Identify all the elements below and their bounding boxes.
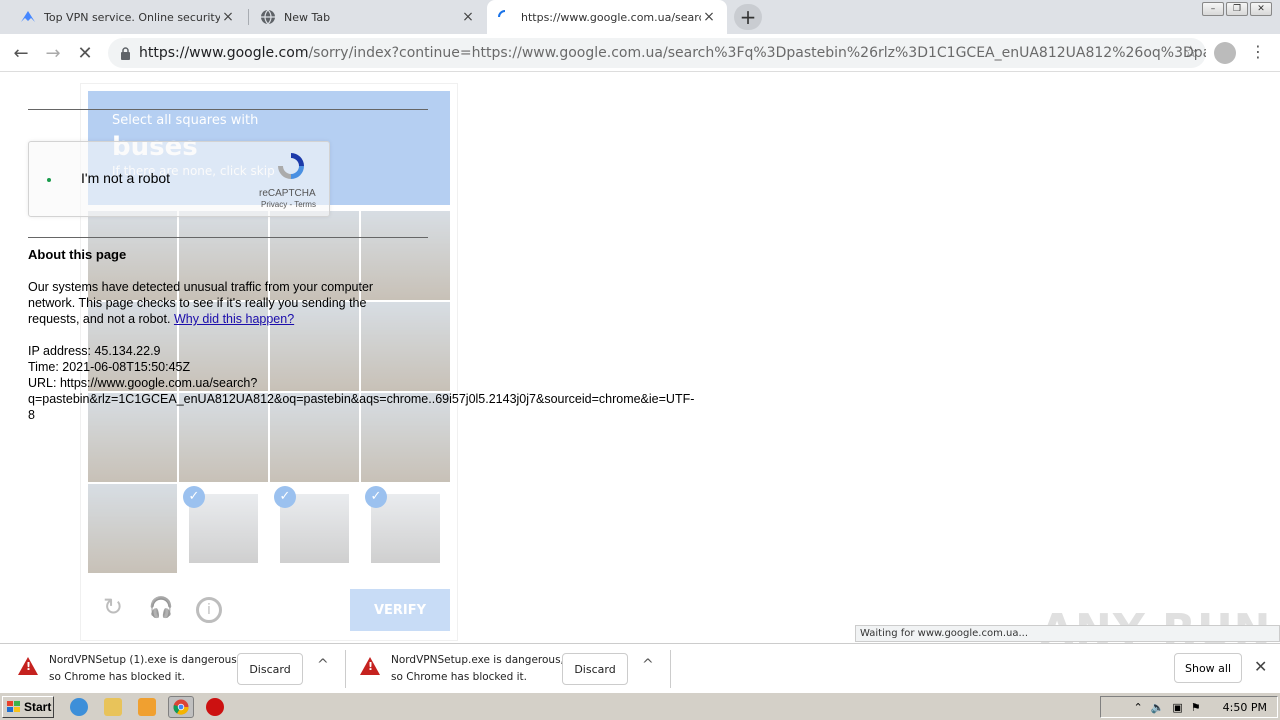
tab-title: New Tab bbox=[284, 10, 331, 24]
why-link[interactable]: Why did this happen? bbox=[174, 312, 294, 326]
tab-close-icon[interactable]: × bbox=[460, 9, 476, 25]
toolbar: ← → ✕ https://www.google.com /sorry/inde… bbox=[0, 34, 1280, 72]
url-line: 8 bbox=[28, 408, 35, 422]
chevron-up-icon[interactable]: ^ bbox=[642, 657, 654, 673]
about-text: Our systems have detected unusual traffi… bbox=[28, 279, 408, 327]
checkmark-icon: ✓ bbox=[274, 486, 296, 508]
recaptcha-privacy-terms[interactable]: Privacy - Terms bbox=[261, 200, 316, 209]
recaptcha-logo-icon bbox=[275, 150, 307, 182]
download-item: ! NordVPNSetup.exe is dangerous, so Chro… bbox=[350, 644, 670, 692]
lock-icon bbox=[120, 46, 131, 60]
folder-icon[interactable] bbox=[104, 698, 122, 716]
discard-button[interactable]: Discard bbox=[237, 653, 303, 685]
captcha-tile-selected[interactable]: ✓ bbox=[361, 484, 450, 573]
download-message: NordVPNSetup.exe is dangerous, so Chrome… bbox=[391, 652, 564, 686]
tab-strip: Top VPN service. Online security sta × N… bbox=[0, 0, 1280, 34]
download-shelf: ! NordVPNSetup (1).exe is dangerous, so … bbox=[0, 643, 1280, 691]
forward-button[interactable]: → bbox=[40, 40, 66, 66]
recaptcha-label: I'm not a robot bbox=[81, 170, 171, 186]
ip-address: IP address: 45.134.22.9 bbox=[28, 344, 161, 358]
close-window-button[interactable]: ✕ bbox=[1250, 2, 1272, 16]
url-path: /sorry/index?continue=https://www.google… bbox=[308, 45, 1206, 61]
verify-button[interactable]: VERIFY bbox=[350, 589, 450, 631]
chevron-up-icon[interactable]: ^ bbox=[317, 657, 329, 673]
url-line: URL: https://www.google.com.ua/search? bbox=[28, 376, 258, 390]
more-menu-icon[interactable]: ⋮ bbox=[1250, 42, 1266, 61]
info-icon[interactable]: i bbox=[196, 597, 222, 623]
warning-icon: ! bbox=[18, 657, 38, 675]
url-host: https://www.google.com bbox=[139, 45, 309, 61]
maximize-button[interactable]: ❐ bbox=[1226, 2, 1248, 16]
tab-close-icon[interactable]: × bbox=[220, 9, 236, 25]
divider bbox=[345, 650, 346, 688]
tab-google-search[interactable]: https://www.google.com.ua/search × bbox=[487, 0, 727, 34]
captcha-footer: ↻ 🎧 i VERIFY bbox=[88, 584, 450, 634]
warning-circle-icon[interactable] bbox=[206, 698, 224, 716]
address-bar[interactable]: https://www.google.com /sorry/index?cont… bbox=[108, 38, 1206, 68]
url-line: q=pastebin&rlz=1C1GCEA_enUA812UA812&oq=p… bbox=[28, 392, 695, 406]
about-title: About this page bbox=[28, 247, 127, 262]
captcha-tile-selected[interactable]: ✓ bbox=[179, 484, 268, 573]
nordvpn-favicon-icon bbox=[20, 9, 36, 25]
divider bbox=[670, 650, 671, 688]
tab-title: Top VPN service. Online security sta bbox=[44, 10, 220, 24]
volume-icon[interactable]: 🔈 bbox=[1151, 701, 1165, 714]
network-icon[interactable]: ▣ bbox=[1172, 701, 1182, 714]
divider bbox=[28, 109, 428, 110]
tray-chevron-icon[interactable]: ⌃ bbox=[1133, 701, 1142, 714]
download-blocked-line: so Chrome has blocked it. bbox=[391, 671, 527, 683]
download-blocked-line: so Chrome has blocked it. bbox=[49, 671, 185, 683]
recaptcha-widget[interactable]: I'm not a robot reCAPTCHA Privacy - Term… bbox=[28, 141, 330, 217]
captcha-tile-selected[interactable]: ✓ bbox=[270, 484, 359, 573]
tab-close-icon[interactable]: × bbox=[701, 9, 717, 25]
clock[interactable]: 4:50 PM bbox=[1223, 701, 1267, 714]
close-icon[interactable]: ✕ bbox=[1254, 657, 1267, 676]
tab-divider bbox=[248, 9, 249, 25]
checkmark-icon: ✓ bbox=[365, 486, 387, 508]
back-button[interactable]: ← bbox=[8, 40, 34, 66]
media-player-icon[interactable] bbox=[138, 698, 156, 716]
download-warning-line: NordVPNSetup (1).exe is dangerous, bbox=[49, 654, 241, 666]
start-button[interactable]: Start bbox=[2, 696, 54, 718]
reload-icon[interactable]: ↻ bbox=[100, 595, 126, 623]
tab-title: https://www.google.com.ua/search bbox=[521, 10, 701, 24]
download-warning-line: NordVPNSetup.exe is dangerous, bbox=[391, 654, 564, 666]
discard-button[interactable]: Discard bbox=[562, 653, 628, 685]
recaptcha-brand: reCAPTCHA bbox=[259, 188, 316, 199]
status-bubble: Waiting for www.google.com.ua... bbox=[855, 625, 1280, 642]
captcha-tile[interactable] bbox=[88, 484, 177, 573]
loading-spinner-icon bbox=[497, 9, 513, 25]
ie-icon[interactable] bbox=[70, 698, 88, 716]
tab-new-tab[interactable]: New Tab × bbox=[250, 0, 486, 34]
show-all-button[interactable]: Show all bbox=[1174, 653, 1242, 683]
flag-icon[interactable]: ⚑ bbox=[1191, 701, 1201, 714]
window-controls: – ❐ ✕ bbox=[1202, 2, 1272, 16]
checkmark-icon: ✓ bbox=[183, 486, 205, 508]
download-item: ! NordVPNSetup (1).exe is dangerous, so … bbox=[8, 644, 338, 692]
captcha-instruction: Select all squares with bbox=[112, 113, 259, 128]
headphones-icon[interactable]: 🎧 bbox=[148, 597, 174, 623]
bookmark-star-icon[interactable]: ☆ bbox=[1184, 42, 1198, 61]
chrome-icon[interactable] bbox=[168, 696, 194, 718]
globe-icon bbox=[260, 9, 276, 25]
download-message: NordVPNSetup (1).exe is dangerous, so Ch… bbox=[49, 652, 240, 686]
stop-loading-button[interactable]: ✕ bbox=[72, 40, 98, 66]
warning-icon: ! bbox=[360, 657, 380, 675]
recaptcha-spinner-icon bbox=[47, 178, 51, 182]
taskbar: Start ⌃ 🔈 ▣ ⚑ 4:50 PM bbox=[0, 692, 1280, 720]
tab-nordvpn[interactable]: Top VPN service. Online security sta × bbox=[10, 0, 246, 34]
page-content: Select all squares with buses If there a… bbox=[0, 73, 1280, 643]
timestamp: Time: 2021-06-08T15:50:45Z bbox=[28, 360, 191, 374]
minimize-button[interactable]: – bbox=[1202, 2, 1224, 16]
windows-logo-icon bbox=[7, 701, 21, 713]
start-label: Start bbox=[24, 700, 52, 714]
profile-avatar-icon[interactable] bbox=[1214, 42, 1236, 64]
divider bbox=[28, 237, 428, 238]
new-tab-button[interactable]: + bbox=[734, 4, 762, 30]
system-tray: ⌃ 🔈 ▣ ⚑ 4:50 PM bbox=[1100, 696, 1278, 718]
